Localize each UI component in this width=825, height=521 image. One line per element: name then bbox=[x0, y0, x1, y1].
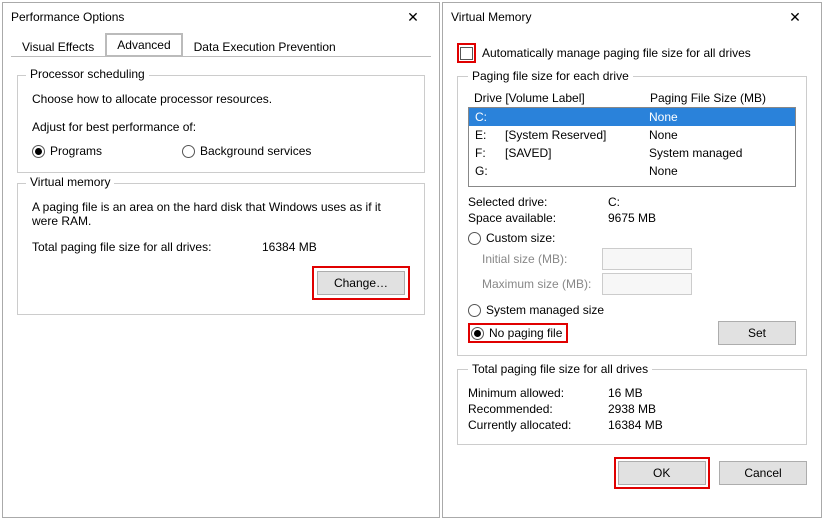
radio-icon bbox=[471, 327, 484, 340]
seldrive-label: Selected drive: bbox=[468, 195, 608, 209]
pfs-legend: Paging file size for each drive bbox=[468, 69, 633, 83]
drive-row-f[interactable]: F: [SAVED] System managed bbox=[469, 144, 795, 162]
radio-icon bbox=[182, 145, 195, 158]
vm-total-value: 16384 MB bbox=[262, 240, 317, 254]
rec-value: 2938 MB bbox=[608, 402, 656, 416]
initial-size-input bbox=[602, 248, 692, 270]
processor-scheduling-group: Processor scheduling Choose how to alloc… bbox=[17, 75, 425, 173]
maximum-size-input bbox=[602, 273, 692, 295]
space-value: 9675 MB bbox=[608, 211, 656, 225]
ps-adjust: Adjust for best performance of: bbox=[32, 120, 410, 134]
radio-icon bbox=[468, 304, 481, 317]
vm-desc: A paging file is an area on the hard dis… bbox=[32, 200, 402, 228]
seldrive-value: C: bbox=[608, 195, 620, 209]
radio-custom-size[interactable]: Custom size: bbox=[468, 231, 796, 245]
radio-system-managed[interactable]: System managed size bbox=[468, 303, 796, 317]
checkbox-icon bbox=[460, 47, 473, 60]
totals-group: Total paging file size for all drives Mi… bbox=[457, 362, 807, 445]
radio-programs[interactable]: Programs bbox=[32, 144, 182, 158]
perf-tabs: Visual Effects Advanced Data Execution P… bbox=[11, 35, 431, 57]
max-size-label: Maximum size (MB): bbox=[482, 277, 602, 291]
min-label: Minimum allowed: bbox=[468, 386, 608, 400]
drive-row-g[interactable]: G: None bbox=[469, 162, 795, 180]
hdr-drive: Drive [Volume Label] bbox=[474, 91, 650, 105]
init-size-label: Initial size (MB): bbox=[482, 252, 602, 266]
tab-visual-effects[interactable]: Visual Effects bbox=[11, 36, 105, 57]
totals-legend: Total paging file size for all drives bbox=[468, 362, 652, 376]
vm-title: Virtual Memory bbox=[451, 10, 775, 24]
space-label: Space available: bbox=[468, 211, 608, 225]
tab-advanced[interactable]: Advanced bbox=[105, 33, 182, 57]
vm-legend: Virtual memory bbox=[26, 175, 114, 189]
min-value: 16 MB bbox=[608, 386, 643, 400]
set-button[interactable]: Set bbox=[718, 321, 796, 345]
auto-manage-checkbox[interactable]: Automatically manage paging file size fo… bbox=[457, 43, 807, 63]
ps-legend: Processor scheduling bbox=[26, 67, 149, 81]
cur-value: 16384 MB bbox=[608, 418, 663, 432]
rec-label: Recommended: bbox=[468, 402, 608, 416]
radio-no-paging-file[interactable]: No paging file bbox=[471, 326, 562, 340]
radio-icon bbox=[32, 145, 45, 158]
close-icon[interactable]: ✕ bbox=[393, 3, 433, 31]
radio-background-services[interactable]: Background services bbox=[182, 144, 311, 158]
change-button[interactable]: Change… bbox=[317, 271, 405, 295]
cur-label: Currently allocated: bbox=[468, 418, 608, 432]
vm-titlebar: Virtual Memory ✕ bbox=[443, 3, 821, 31]
cancel-button[interactable]: Cancel bbox=[719, 461, 807, 485]
perf-titlebar: Performance Options ✕ bbox=[3, 3, 439, 31]
drive-row-c[interactable]: C: None bbox=[469, 108, 795, 126]
ps-intro: Choose how to allocate processor resourc… bbox=[32, 92, 410, 106]
hdr-size: Paging File Size (MB) bbox=[650, 91, 790, 105]
perf-title: Performance Options bbox=[11, 10, 393, 24]
drive-list[interactable]: C: None E: [System Reserved] None F: [SA… bbox=[468, 107, 796, 187]
performance-options-window: Performance Options ✕ Visual Effects Adv… bbox=[2, 2, 440, 518]
close-icon[interactable]: ✕ bbox=[775, 3, 815, 31]
ok-button[interactable]: OK bbox=[618, 461, 706, 485]
vm-total-label: Total paging file size for all drives: bbox=[32, 240, 262, 254]
paging-file-size-group: Paging file size for each drive Drive [V… bbox=[457, 69, 807, 356]
radio-icon bbox=[468, 232, 481, 245]
virtual-memory-group: Virtual memory A paging file is an area … bbox=[17, 183, 425, 315]
virtual-memory-dialog: Virtual Memory ✕ Automatically manage pa… bbox=[442, 2, 822, 518]
drive-row-e[interactable]: E: [System Reserved] None bbox=[469, 126, 795, 144]
tab-dep[interactable]: Data Execution Prevention bbox=[183, 36, 347, 57]
